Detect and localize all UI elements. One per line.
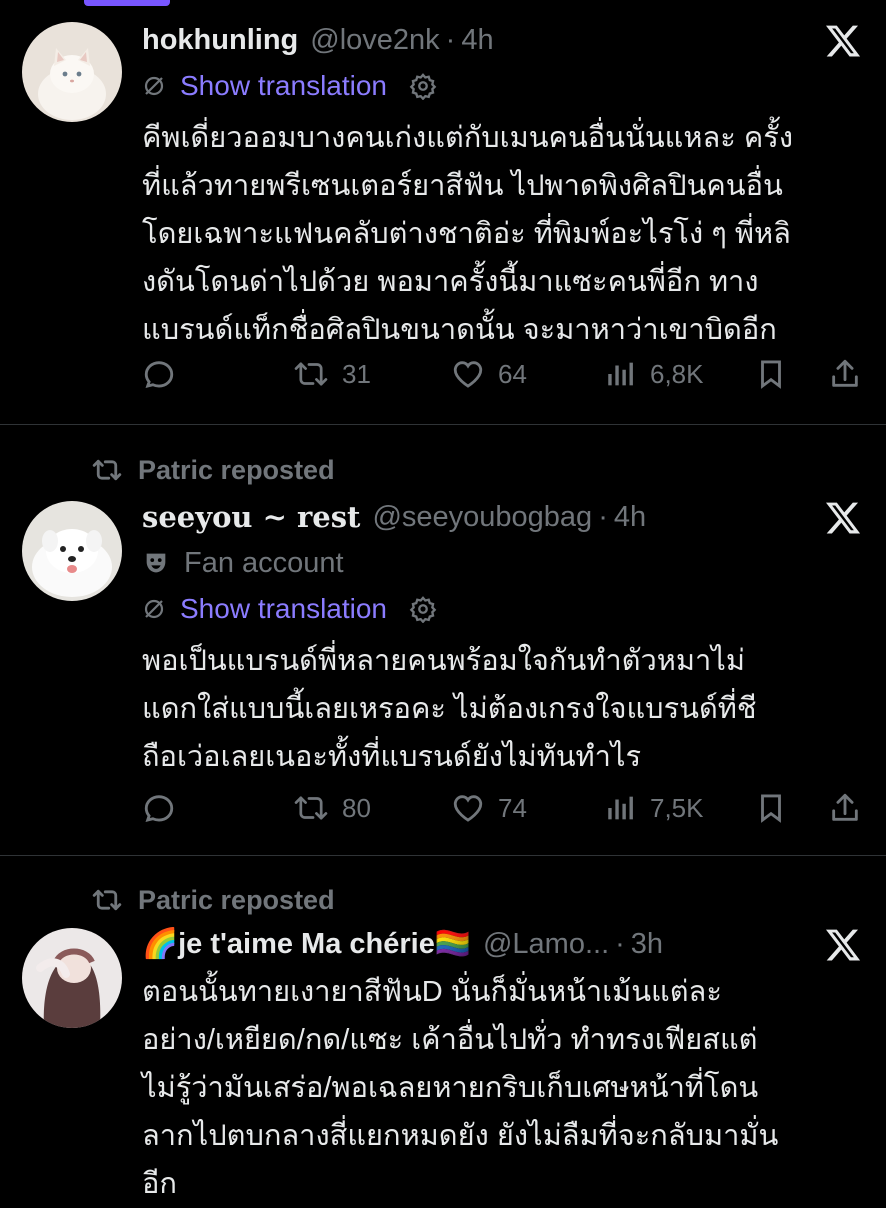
translation-row: Show translation: [142, 66, 437, 106]
translate-icon: [142, 597, 166, 621]
view-count: 6,8K: [650, 358, 704, 389]
tweet-1[interactable]: hokhunling @love2nk · 4h Show translatio…: [0, 0, 886, 425]
fan-account-row: Fan account: [142, 543, 344, 583]
share-icon: [828, 357, 862, 391]
translation-row: Show translation: [142, 589, 437, 629]
views-icon: [604, 791, 638, 825]
share-button[interactable]: [828, 354, 862, 394]
timestamp[interactable]: 3h: [631, 928, 663, 961]
separator-dot: ·: [598, 500, 608, 533]
reposted-by-label[interactable]: Patric reposted: [138, 455, 335, 486]
retweet-icon: [292, 357, 330, 391]
action-bar: 31 64 6,8K: [142, 354, 862, 394]
avatar-seeyou[interactable]: [22, 501, 122, 601]
retweet-button[interactable]: 31: [292, 354, 371, 394]
retweet-icon: [90, 456, 124, 484]
theater-mask-icon: [142, 549, 170, 577]
like-count: 64: [498, 358, 527, 389]
like-button[interactable]: 64: [450, 354, 527, 394]
share-button[interactable]: [828, 788, 862, 828]
tweet-text: คีพเดี่ยวออมบางคนเก่งแต่กับเมนคนอื่นนั่น…: [142, 122, 793, 346]
translate-icon: [142, 74, 166, 98]
share-icon: [828, 791, 862, 825]
retweet-button[interactable]: 80: [292, 788, 371, 828]
avatar-jetaime[interactable]: [22, 928, 122, 1028]
timestamp[interactable]: 4h: [461, 24, 493, 57]
display-name[interactable]: seeyou ~ rest: [142, 500, 360, 534]
reply-icon: [142, 791, 176, 825]
repost-indicator: Patric reposted: [90, 882, 335, 918]
views-icon: [604, 357, 638, 391]
tweet-text: ตอนนั้นทายเงายาสีฟันD นั่นก็มั่นหน้าเม้น…: [142, 976, 779, 1200]
x-logo-icon: [824, 926, 862, 964]
user-handle[interactable]: @Lamo...: [483, 928, 609, 961]
display-name[interactable]: hokhunling: [142, 24, 298, 57]
x-logo-icon: [824, 499, 862, 537]
show-translation-link[interactable]: Show translation: [180, 593, 387, 625]
avatar-hokhunling[interactable]: [22, 22, 122, 122]
tweet-2[interactable]: Patric reposted seeyou ~ rest @seeyoubog…: [0, 425, 886, 855]
reply-button[interactable]: [142, 788, 176, 828]
views-button[interactable]: 7,5K: [604, 788, 704, 828]
heart-icon: [450, 791, 486, 825]
tweet-3[interactable]: Patric reposted 🌈je t'aime Ma chérie🏳️‍🌈…: [0, 856, 886, 1200]
bookmark-button[interactable]: [754, 788, 788, 828]
like-button[interactable]: 74: [450, 788, 527, 828]
user-handle[interactable]: @seeyoubogbag: [372, 501, 592, 534]
fan-account-label: Fan account: [184, 546, 344, 579]
bookmark-icon: [754, 791, 788, 825]
retweet-icon: [90, 886, 124, 914]
retweet-icon: [292, 791, 330, 825]
gear-icon[interactable]: [409, 72, 437, 100]
heart-icon: [450, 357, 486, 391]
reply-button[interactable]: [142, 354, 176, 394]
repost-indicator: Patric reposted: [90, 452, 335, 488]
bookmark-button[interactable]: [754, 354, 788, 394]
show-translation-link[interactable]: Show translation: [180, 70, 387, 102]
user-handle[interactable]: @love2nk: [310, 24, 439, 57]
retweet-count: 31: [342, 358, 371, 389]
tweet-text: พอเป็นแบรนด์พี่หลายคนพร้อมใจกันทำตัวหมาไ…: [142, 645, 757, 773]
action-bar: 80 74 7,5K: [142, 788, 862, 828]
separator-dot: ·: [445, 23, 456, 56]
reply-icon: [142, 357, 176, 391]
view-count: 7,5K: [650, 792, 704, 823]
x-logo-icon: [824, 22, 862, 60]
separator-dot: ·: [615, 927, 625, 960]
views-button[interactable]: 6,8K: [604, 354, 704, 394]
display-name[interactable]: 🌈je t'aime Ma chérie🏳️‍🌈: [142, 927, 471, 961]
reposted-by-label[interactable]: Patric reposted: [138, 885, 335, 916]
retweet-count: 80: [342, 792, 371, 823]
timestamp[interactable]: 4h: [614, 501, 646, 534]
gear-icon[interactable]: [409, 595, 437, 623]
like-count: 74: [498, 792, 527, 823]
bookmark-icon: [754, 357, 788, 391]
